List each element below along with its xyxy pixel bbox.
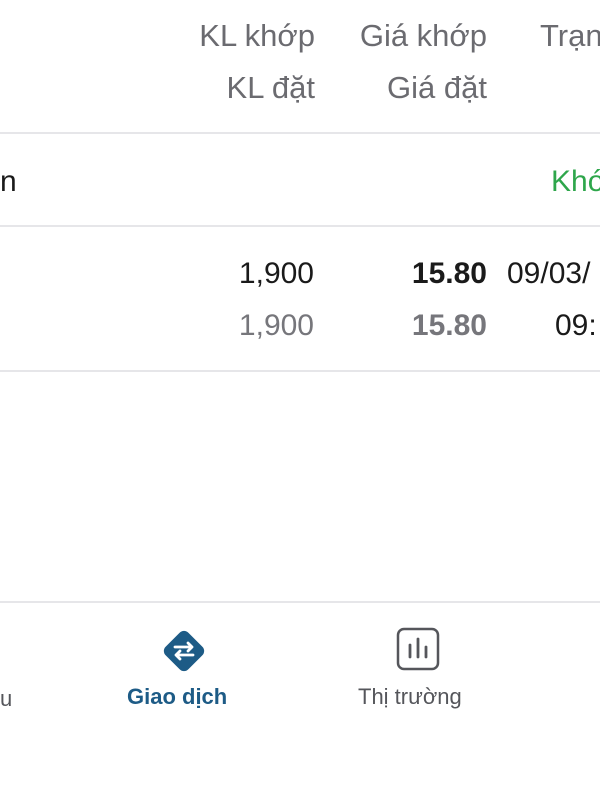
nav-item-trade-label: Giao dịch bbox=[127, 684, 228, 709]
bar-chart-icon bbox=[396, 627, 440, 671]
divider bbox=[0, 132, 600, 134]
nav-item-left[interactable]: u bbox=[0, 603, 60, 723]
header-order-qty: KL đặt bbox=[226, 70, 315, 105]
order-price-value: 15.80 bbox=[411, 309, 487, 342]
group-row-status: Khớ bbox=[551, 165, 600, 198]
matched-price-value: 15.80 bbox=[411, 257, 487, 290]
screen: KL khớp KL đặt Giá khớp Giá đặt Trạn n K… bbox=[0, 0, 600, 800]
nav-item-trade[interactable]: Giao dịch bbox=[100, 603, 270, 723]
bottom-nav: u Giao dịch Thị trường bbox=[0, 601, 600, 800]
header-order-price: Giá đặt bbox=[387, 70, 487, 105]
nav-item-left-label: u bbox=[0, 686, 13, 711]
swap-arrows-icon bbox=[158, 625, 210, 677]
header-status: Trạn bbox=[540, 18, 600, 53]
nav-item-market[interactable]: Thị trường bbox=[340, 603, 510, 723]
header-matched-qty: KL khớp bbox=[199, 18, 315, 53]
matched-qty-value: 1,900 bbox=[238, 257, 314, 290]
group-row-label: n bbox=[0, 165, 17, 198]
nav-item-market-label: Thị trường bbox=[358, 684, 462, 709]
divider bbox=[0, 370, 600, 372]
order-time-value: 09: bbox=[555, 309, 597, 342]
order-qty-value: 1,900 bbox=[238, 309, 314, 342]
divider bbox=[0, 225, 600, 227]
header-matched-price: Giá khớp bbox=[359, 18, 487, 53]
order-date-value: 09/03/ bbox=[507, 257, 591, 290]
